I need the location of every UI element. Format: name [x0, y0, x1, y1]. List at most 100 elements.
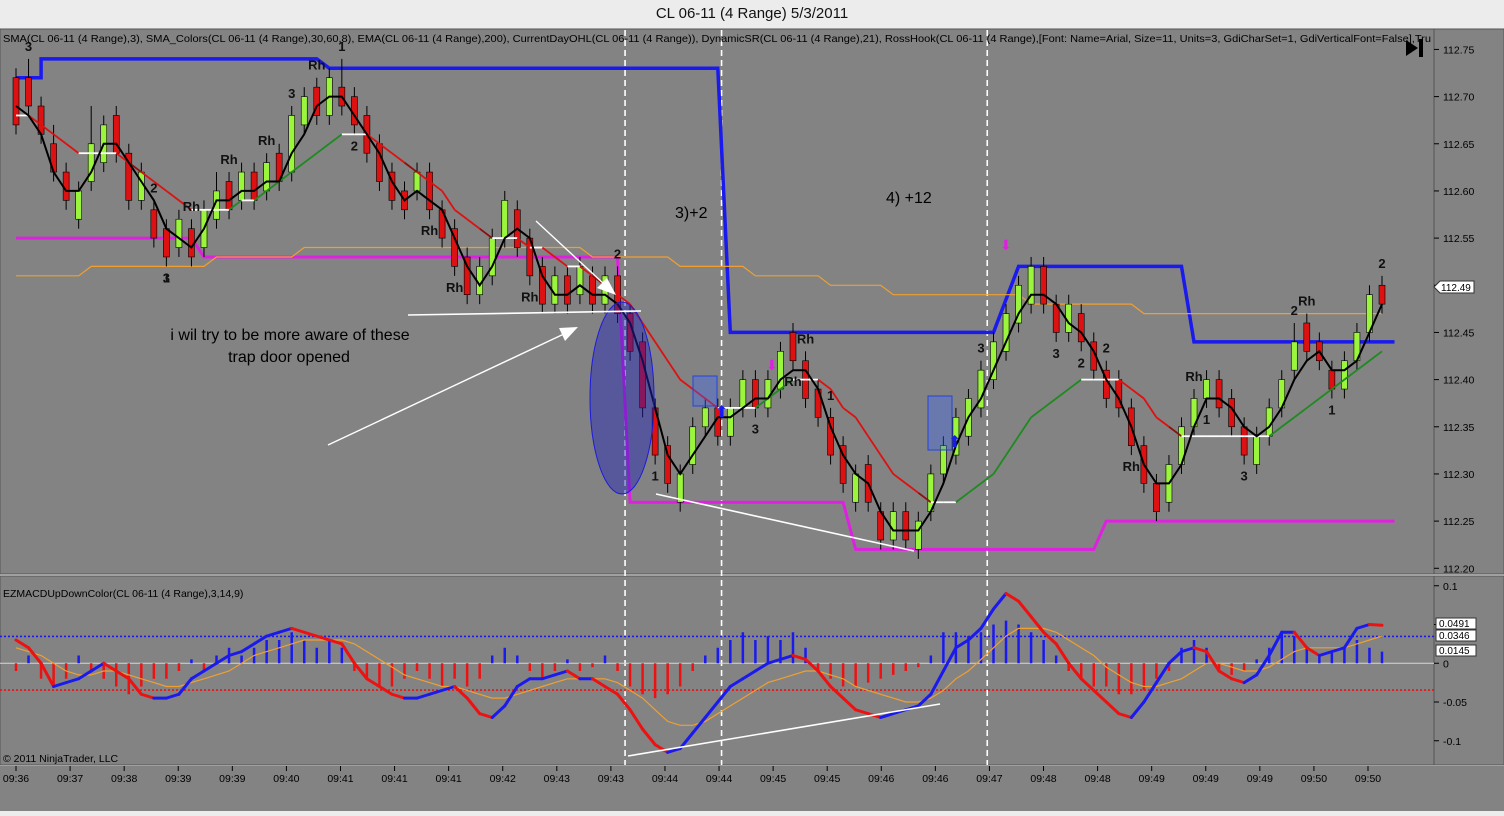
annotation-trade-3: 3)+2	[675, 205, 708, 222]
bear-candle	[1040, 266, 1047, 305]
time-tick-label: 09:49	[1247, 773, 1273, 785]
price-tick-label: 112.70	[1443, 92, 1474, 104]
bull-candle	[1203, 379, 1210, 399]
bear-candle	[163, 228, 170, 258]
bull-candle	[300, 96, 308, 126]
rosshook-label: 2	[1378, 256, 1385, 271]
bear-candle	[150, 209, 158, 239]
bear-candle	[250, 171, 258, 201]
rosshook-label: 3	[288, 86, 295, 101]
rosshook-label: 2	[1078, 355, 1085, 370]
buy-arrow-icon: ⬆	[715, 404, 728, 421]
macd-tick-label: -0.05	[1443, 697, 1467, 709]
rosshook-label: Rh	[308, 58, 325, 73]
rosshook-label: Rh	[521, 289, 538, 304]
macd-indicator-label: EZMACDUpDownColor(CL 06-11 (4 Range),3,1…	[3, 588, 243, 600]
time-tick-label: 09:37	[57, 773, 83, 785]
time-tick-label: 09:46	[868, 773, 894, 785]
bull-candle	[701, 407, 709, 428]
bear-candle	[902, 511, 910, 541]
time-tick-label: 09:50	[1301, 773, 1327, 785]
time-tick-label: 09:39	[219, 773, 245, 785]
annotation-note-line1: i wil try to be more aware of these	[170, 327, 409, 344]
time-tick-label: 09:41	[435, 773, 461, 785]
bear-candle	[589, 275, 596, 305]
rosshook-label: 3	[752, 421, 759, 436]
price-indicator-label: SMA(CL 06-11 (4 Range),3), SMA_Colors(CL…	[3, 33, 1431, 45]
time-tick-label: 09:44	[706, 773, 732, 785]
rosshook-label: Rh	[1123, 459, 1140, 474]
macd-line-segment	[1367, 623, 1384, 627]
bull-candle	[1290, 341, 1298, 371]
bull-candle	[739, 379, 747, 409]
rosshook-label: Rh	[446, 280, 463, 295]
bear-candle	[789, 332, 797, 362]
bear-candle	[1240, 426, 1248, 456]
price-tick-label: 112.75	[1443, 44, 1474, 56]
last-price-marker: 112.49	[1433, 280, 1475, 294]
bull-candle	[238, 171, 245, 201]
bull-candle	[1253, 435, 1260, 465]
price-tick-label: 112.45	[1443, 327, 1474, 339]
bear-candle	[1378, 284, 1386, 305]
bull-candle	[501, 200, 509, 239]
time-tick-label: 09:45	[814, 773, 840, 785]
time-tick-label: 09:48	[1084, 773, 1110, 785]
time-tick-label: 09:43	[598, 773, 624, 785]
svg-text:0.0346: 0.0346	[1439, 631, 1470, 642]
time-tick-label: 09:44	[652, 773, 678, 785]
buy-arrow-icon: ⬆	[948, 434, 961, 451]
time-tick-label: 09:41	[327, 773, 353, 785]
price-tick-label: 112.30	[1443, 469, 1474, 481]
rosshook-label: Rh	[1185, 369, 1202, 384]
rosshook-label: 3	[1241, 469, 1248, 484]
macd-tick-label: 0	[1443, 658, 1449, 670]
chart-svg[interactable]: 112.75112.70112.65112.60112.55112.50112.…	[0, 28, 1504, 811]
time-tick-label: 09:48	[1030, 773, 1056, 785]
rosshook-label: 3	[1053, 346, 1060, 361]
rosshook-label: 3	[977, 341, 984, 356]
price-tick-label: 112.35	[1443, 422, 1474, 434]
rosshook-label: Rh	[1298, 294, 1315, 309]
trap-door-ellipse[interactable]	[589, 301, 655, 495]
time-tick-label: 09:42	[490, 773, 516, 785]
sell-arrow-icon: ⬇	[1000, 237, 1012, 253]
bull-candle	[413, 171, 421, 192]
macd-tick-label: 0.1	[1443, 581, 1458, 593]
bull-candle	[75, 190, 82, 220]
price-axis-panel	[1433, 28, 1504, 575]
bear-candle	[1153, 483, 1160, 512]
price-tick-label: 112.40	[1443, 375, 1474, 387]
time-tick-label: 09:40	[273, 773, 299, 785]
rosshook-label: Rh	[784, 374, 801, 389]
time-tick-label: 09:41	[381, 773, 407, 785]
rosshook-label: Rh	[421, 223, 438, 238]
bear-candle	[752, 379, 759, 409]
bear-candle	[1215, 379, 1223, 409]
bear-candle	[225, 181, 233, 211]
time-tick-label: 09:38	[111, 773, 137, 785]
time-tick-label: 09:50	[1355, 773, 1381, 785]
rosshook-label: Rh	[183, 199, 200, 214]
svg-text:112.49: 112.49	[1441, 283, 1471, 294]
bear-candle	[564, 275, 571, 305]
time-tick-label: 09:46	[922, 773, 948, 785]
time-tick-label: 09:39	[165, 773, 191, 785]
sell-arrow-icon: ⬇	[766, 357, 778, 373]
time-tick-label: 09:43	[544, 773, 570, 785]
svg-text:0.0491: 0.0491	[1439, 619, 1470, 630]
bull-candle	[263, 162, 270, 192]
rosshook-label: 2	[1291, 303, 1298, 318]
annotation-note-line2: trap door opened	[228, 349, 350, 366]
annotation-trade-4: 4) +12	[886, 190, 932, 207]
rosshook-label: 1	[827, 388, 834, 403]
entry-box-3[interactable]	[692, 375, 718, 407]
rosshook-label: Rh	[797, 331, 814, 346]
rosshook-label: 1	[652, 469, 659, 484]
rosshook-label: 1	[1203, 412, 1210, 427]
bear-candle	[25, 77, 32, 107]
bull-candle	[288, 115, 296, 173]
price-tick-label: 112.20	[1443, 563, 1474, 575]
price-panel[interactable]	[0, 28, 1435, 575]
price-tick-label: 112.65	[1443, 139, 1474, 151]
